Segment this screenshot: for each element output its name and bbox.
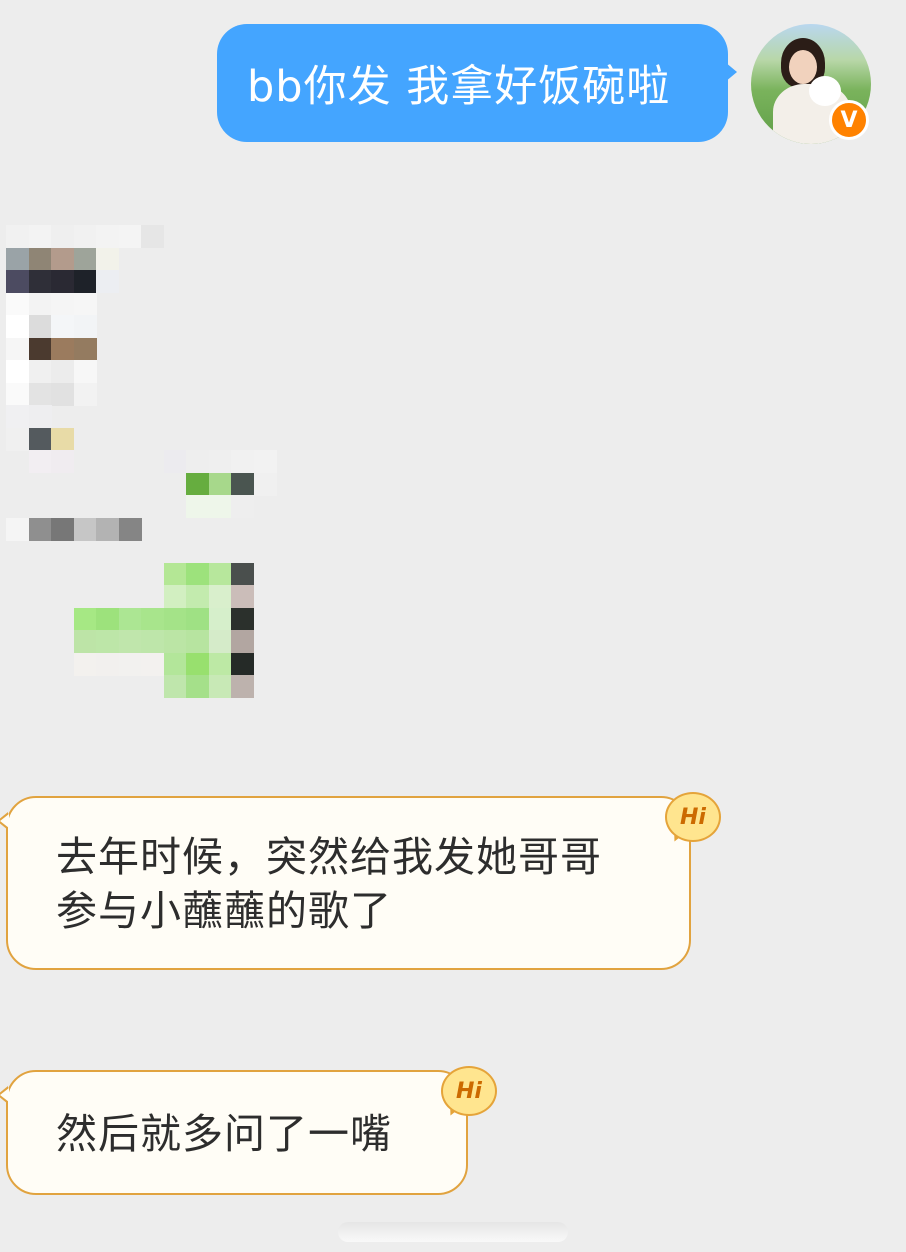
scroll-indicator <box>338 1222 568 1242</box>
received-message-text: 然后就多问了一嘴 <box>56 1110 392 1158</box>
hi-sticker-icon: Hi <box>441 1066 499 1118</box>
bubble-tail <box>725 62 737 82</box>
hi-sticker-icon: Hi <box>665 792 723 844</box>
hi-label: Hi <box>680 804 706 830</box>
received-message-text: 去年时候，突然给我发她哥哥参与小蘸蘸的歌了 <box>56 833 602 935</box>
received-message-bubble[interactable]: 去年时候，突然给我发她哥哥参与小蘸蘸的歌了 <box>0 796 691 970</box>
sent-message-text: bb你发 我拿好饭碗啦 <box>247 62 671 112</box>
chat-screen: bb你发 我拿好饭碗啦 V 去年时候，突然给我发她哥哥参与小蘸蘸的歌了 Hi 然… <box>0 0 906 1252</box>
pixelated-image-message[interactable] <box>6 225 278 700</box>
verified-badge-icon: V <box>829 100 869 140</box>
hi-label: Hi <box>456 1078 482 1104</box>
received-message-bubble[interactable]: 然后就多问了一嘴 <box>0 1070 468 1195</box>
sent-message-bubble[interactable]: bb你发 我拿好饭碗啦 <box>217 24 737 142</box>
